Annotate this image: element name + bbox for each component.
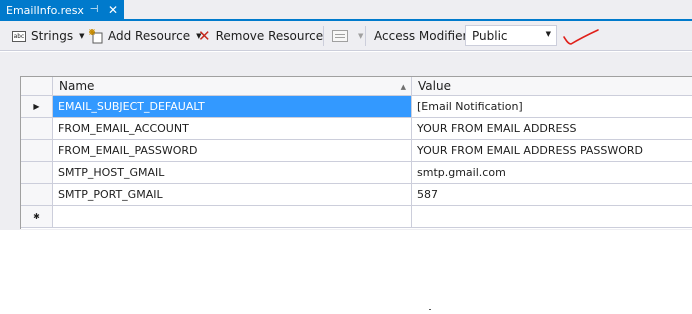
current-row-arrow-icon: ▶ [33,102,40,111]
close-icon[interactable]: ✕ [106,3,120,17]
row-header-new[interactable]: ✱ [21,206,53,228]
new-row-value-cell[interactable] [412,206,692,228]
row-header[interactable] [21,184,53,206]
remove-resource-label: Remove Resource [215,29,324,43]
tab-emailinfo-resx[interactable]: EmailInfo.resx ⊣ ✕ [0,0,124,21]
table-row-name-cell[interactable]: FROM_EMAIL_PASSWORD [53,140,412,162]
table-row-name-cell[interactable]: FROM_EMAIL_ACCOUNT [53,118,412,140]
stray-mark [429,309,431,310]
view-list-icon [332,30,348,42]
table-row-value-cell[interactable]: 587 [412,184,692,206]
column-header-value[interactable]: Value [412,77,692,96]
grid-corner-header[interactable] [21,77,53,96]
strings-label: Strings [31,29,74,43]
access-modifier-label: Access Modifier: [374,29,472,43]
chevron-down-icon: ▼ [358,32,364,40]
row-header[interactable] [21,118,53,140]
table-row-value-cell[interactable]: YOUR FROM EMAIL ADDRESS [412,118,692,140]
chevron-down-icon: ▼ [79,32,85,40]
column-header-label: Name [59,79,95,93]
checkmark-annotation-icon [563,29,599,45]
views-dropdown-button[interactable]: ▼ [332,21,363,51]
table-row-name-cell[interactable]: EMAIL_SUBJECT_DEFAUALT [53,96,412,118]
tab-title: EmailInfo.resx [6,4,84,17]
remove-resource-button[interactable]: ✕ Remove Resource [198,21,323,51]
add-resource-button[interactable]: Add Resource ▼ [88,21,201,51]
sort-ascending-icon: ▲ [400,83,406,91]
table-row-value-cell[interactable]: [Email Notification] [412,96,692,118]
remove-x-icon: ✕ [198,27,211,45]
table-row-name-cell[interactable]: SMTP_PORT_GMAIL [53,184,412,206]
table-row-name-cell[interactable]: SMTP_HOST_GMAIL [53,162,412,184]
access-modifier-value: Public [472,28,508,43]
add-resource-icon [88,28,104,44]
strings-icon: abc [12,30,26,42]
table-row-value-cell[interactable]: YOUR FROM EMAIL ADDRESS PASSWORD [412,140,692,162]
toolbar-separator [365,26,366,46]
resource-grid: Name ▲ Value ▶ EMAIL_SUBJECT_DEFAUALT [E… [20,76,692,229]
row-header-current[interactable]: ▶ [21,96,53,118]
strings-dropdown-button[interactable]: abc Strings ▼ [12,21,84,51]
row-header[interactable] [21,162,53,184]
access-modifier-select[interactable]: Public ▼ [465,25,557,46]
row-header[interactable] [21,140,53,162]
chevron-down-icon: ▼ [545,30,551,38]
column-header-name[interactable]: Name ▲ [53,77,412,96]
toolbar-separator [323,26,324,46]
document-tab-strip: EmailInfo.resx ⊣ ✕ [0,0,692,21]
add-resource-label: Add Resource [108,29,191,43]
table-row-value-cell[interactable]: smtp.gmail.com [412,162,692,184]
pin-icon[interactable]: ⊣ [88,4,100,16]
column-header-label: Value [418,79,451,93]
new-row-name-cell[interactable] [53,206,412,228]
new-row-asterisk-icon: ✱ [33,212,40,221]
